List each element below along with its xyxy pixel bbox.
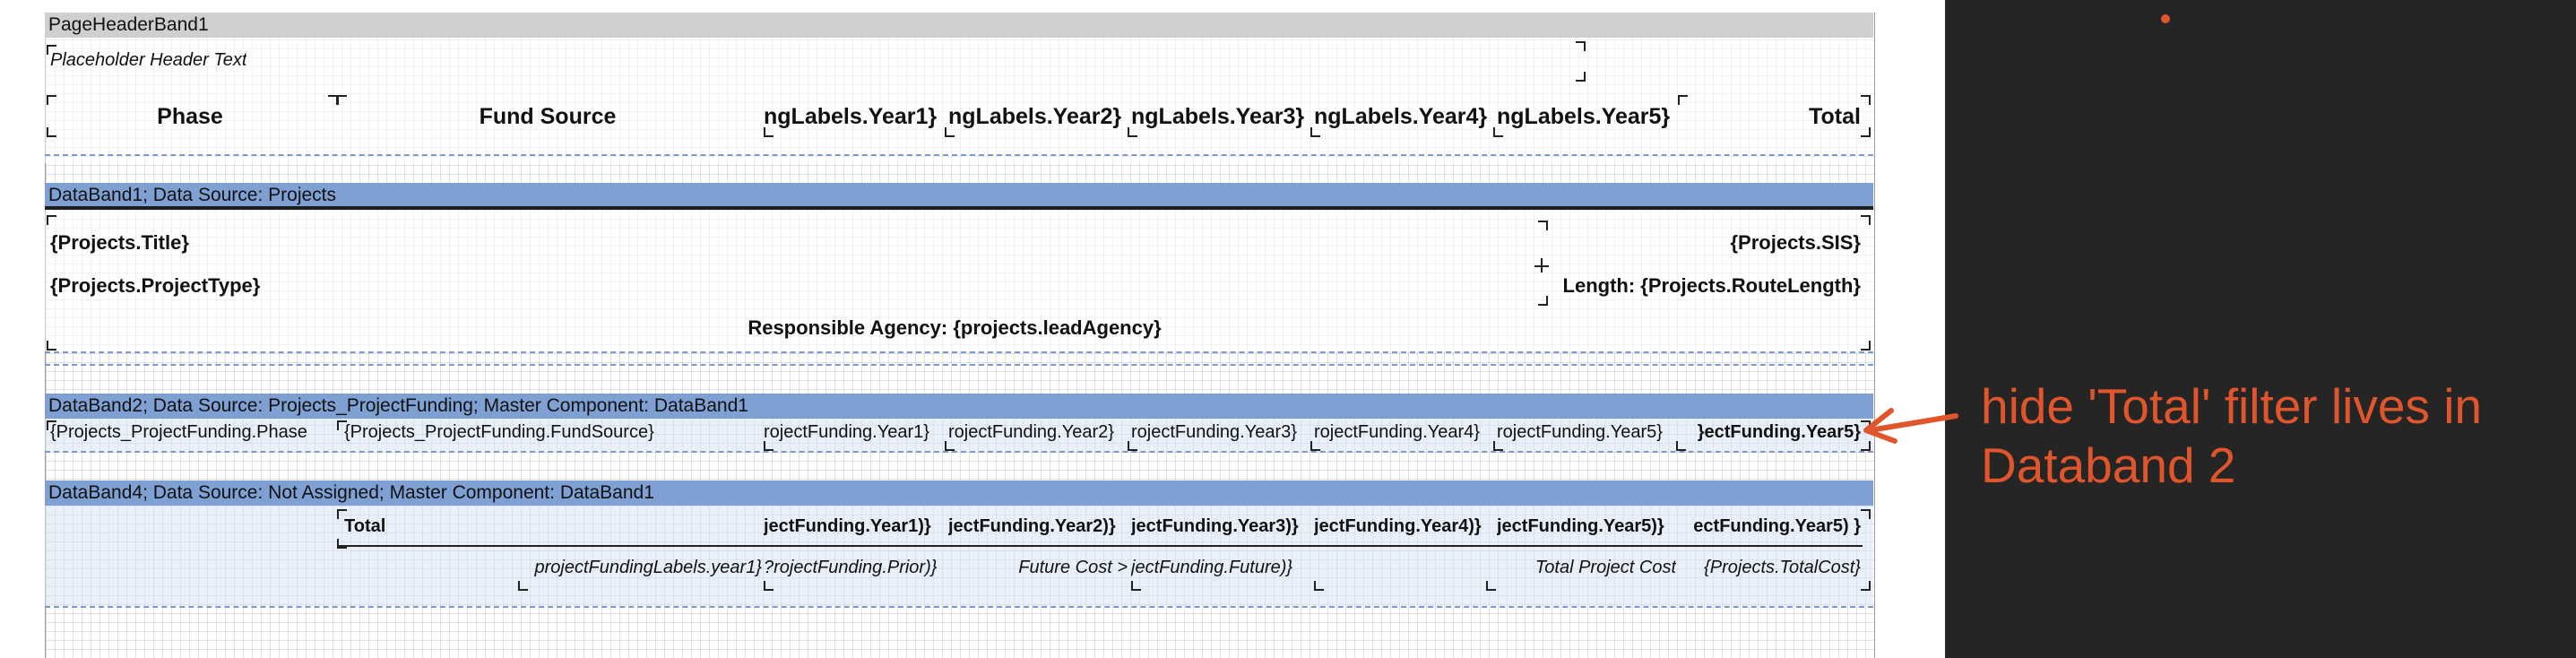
annotation-arrow-icon bbox=[1863, 408, 1958, 444]
projects-type-field[interactable]: {Projects.ProjectType} bbox=[50, 274, 260, 298]
labels-year1-field[interactable]: projectFundingLabels.year1} bbox=[502, 558, 762, 578]
selection-corner bbox=[337, 420, 347, 430]
selection-corner bbox=[47, 127, 56, 137]
selection-corner bbox=[1128, 127, 1137, 137]
annotation-line-2: Databand 2 bbox=[1981, 437, 2236, 493]
selection-corner bbox=[1493, 441, 1503, 451]
funding-year3-field[interactable]: rojectFunding.Year3} bbox=[1131, 422, 1310, 443]
selection-corner bbox=[945, 441, 955, 451]
dark-side-panel bbox=[1945, 0, 2576, 658]
future-cost-field[interactable]: jectFunding.Future)} bbox=[1131, 558, 1310, 578]
projects-sis-field[interactable]: {Projects.SIS} bbox=[1524, 231, 1861, 255]
band-divider bbox=[45, 606, 1873, 608]
databand1-label: DataBand1; Data Source: Projects bbox=[48, 185, 337, 205]
total-year3-field[interactable]: jectFunding.Year3)} bbox=[1131, 516, 1310, 537]
selection-corner bbox=[764, 127, 774, 137]
selection-corner bbox=[1486, 581, 1496, 591]
total-year5-field[interactable]: jectFunding.Year5)} bbox=[1497, 516, 1676, 537]
selection-corner bbox=[764, 581, 774, 591]
selection-corner bbox=[1576, 72, 1586, 82]
selection-corner bbox=[47, 215, 56, 225]
band-divider bbox=[45, 451, 1873, 453]
selection-corner bbox=[1861, 215, 1871, 225]
funding-year4-field[interactable]: rojectFunding.Year4} bbox=[1314, 422, 1493, 443]
funding-total-field[interactable]: }ectFunding.Year5} bbox=[1680, 422, 1861, 443]
future-cost-label[interactable]: Future Cost > bbox=[948, 558, 1128, 578]
funding-phase-field[interactable]: {Projects_ProjectFunding.Phase bbox=[50, 422, 335, 443]
selection-corner bbox=[337, 509, 347, 519]
column-header-total[interactable]: Total bbox=[1685, 104, 1861, 130]
page-header-band-title[interactable]: PageHeaderBand1 bbox=[45, 13, 1873, 38]
total-cost-field[interactable]: {Projects.TotalCost} bbox=[1680, 558, 1861, 578]
selection-corner bbox=[1861, 95, 1871, 105]
projects-title-field[interactable]: {Projects.Title} bbox=[50, 231, 189, 255]
selection-corner bbox=[764, 441, 774, 451]
crosshair-marker bbox=[1541, 258, 1543, 273]
total-project-cost-label[interactable]: Total Project Cost bbox=[1493, 558, 1676, 578]
column-header-year1[interactable]: ngLabels.Year1} bbox=[764, 104, 943, 130]
databand1-title[interactable]: DataBand1; Data Source: Projects bbox=[45, 183, 1873, 208]
column-header-year3[interactable]: ngLabels.Year3} bbox=[1131, 104, 1310, 130]
page-header-band-label: PageHeaderBand1 bbox=[48, 14, 209, 35]
total-year1-field[interactable]: jectFunding.Year1)} bbox=[764, 516, 943, 537]
selection-corner bbox=[47, 341, 56, 351]
column-header-fund-source[interactable]: Fund Source bbox=[337, 104, 758, 130]
selection-corner bbox=[1861, 581, 1871, 591]
funding-year2-field[interactable]: rojectFunding.Year2} bbox=[948, 422, 1128, 443]
page-header-band-body[interactable] bbox=[45, 38, 1873, 163]
total-label[interactable]: Total bbox=[344, 516, 385, 537]
total-sum-field[interactable]: ectFunding.Year5) } bbox=[1680, 516, 1861, 537]
report-designer-canvas[interactable]: PageHeaderBand1 Placeholder Header Text … bbox=[0, 0, 1945, 658]
column-header-year5[interactable]: ngLabels.Year5} bbox=[1497, 104, 1676, 130]
column-header-phase[interactable]: Phase bbox=[48, 104, 332, 130]
prior-cost-field[interactable]: ?rojectFunding.Prior)} bbox=[764, 558, 943, 578]
selection-corner bbox=[1861, 509, 1871, 519]
databand2-label: DataBand2; Data Source: Projects_Project… bbox=[48, 395, 748, 416]
selection-corner bbox=[1576, 41, 1586, 51]
selection-corner bbox=[1678, 95, 1688, 105]
selection-corner bbox=[1493, 127, 1503, 137]
placeholder-header-text[interactable]: Placeholder Header Text bbox=[50, 50, 246, 71]
band-divider bbox=[45, 351, 1873, 353]
projects-route-length-field[interactable]: Length: {Projects.RouteLength} bbox=[1543, 274, 1861, 298]
column-header-year4[interactable]: ngLabels.Year4} bbox=[1314, 104, 1493, 130]
selection-corner bbox=[337, 95, 347, 105]
funding-year5-field[interactable]: rojectFunding.Year5} bbox=[1497, 422, 1676, 443]
annotation-note: hide 'Total' filter lives in Databand 2 bbox=[1981, 377, 2554, 495]
selection-corner bbox=[337, 539, 347, 549]
selection-corner bbox=[1538, 221, 1548, 230]
responsible-agency-field[interactable]: Responsible Agency: {projects.leadAgency… bbox=[502, 316, 1407, 340]
selection-corner bbox=[1861, 341, 1871, 351]
databand4-title[interactable]: DataBand4; Data Source: Not Assigned; Ma… bbox=[45, 481, 1873, 506]
selection-corner bbox=[1310, 127, 1320, 137]
selection-corner bbox=[1310, 441, 1320, 451]
total-year2-field[interactable]: jectFunding.Year2)} bbox=[948, 516, 1128, 537]
selection-corner bbox=[47, 95, 56, 105]
column-header-year2[interactable]: ngLabels.Year2} bbox=[948, 104, 1128, 130]
selection-corner bbox=[1676, 441, 1686, 451]
selection-corner bbox=[1861, 127, 1871, 137]
band-divider bbox=[45, 154, 1873, 156]
selection-corner bbox=[1131, 581, 1141, 591]
total-year4-field[interactable]: jectFunding.Year4)} bbox=[1314, 516, 1493, 537]
selection-corner bbox=[47, 420, 56, 430]
funding-fund-source-field[interactable]: {Projects_ProjectFunding.FundSource} bbox=[344, 422, 762, 443]
selection-corner bbox=[1128, 441, 1137, 451]
annotation-line-1: hide 'Total' filter lives in bbox=[1981, 378, 2483, 434]
selection-corner bbox=[518, 581, 528, 591]
databand4-label: DataBand4; Data Source: Not Assigned; Ma… bbox=[48, 482, 654, 503]
selection-corner bbox=[47, 45, 56, 55]
selection-corner bbox=[1538, 296, 1548, 306]
databand2-title[interactable]: DataBand2; Data Source: Projects_Project… bbox=[45, 394, 1873, 419]
selection-corner bbox=[945, 127, 955, 137]
selection-corner bbox=[1314, 581, 1324, 591]
red-dot-marker bbox=[2161, 14, 2170, 23]
band-divider bbox=[45, 364, 1873, 366]
total-underline bbox=[339, 545, 1863, 547]
funding-year1-field[interactable]: rojectFunding.Year1} bbox=[764, 422, 943, 443]
